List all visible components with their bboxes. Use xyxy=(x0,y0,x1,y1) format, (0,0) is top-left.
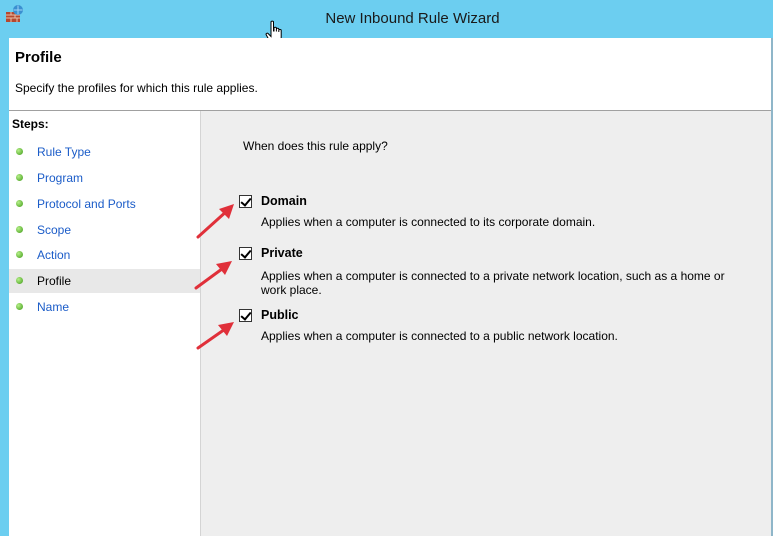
public-label[interactable]: Public xyxy=(261,308,299,322)
step-label: Profile xyxy=(37,274,72,288)
step-bullet-icon xyxy=(16,251,23,258)
step-action[interactable]: Action xyxy=(9,243,200,267)
private-description: Applies when a computer is connected to … xyxy=(261,269,725,297)
step-protocol-and-ports[interactable]: Protocol and Ports xyxy=(9,192,200,216)
checkmark-icon xyxy=(240,247,252,259)
step-bullet-icon xyxy=(16,174,23,181)
wizard-content: When does this rule apply? Domain Applie… xyxy=(201,111,771,536)
step-bullet-icon xyxy=(16,277,23,284)
step-label: Protocol and Ports xyxy=(37,197,136,211)
checkmark-icon xyxy=(240,309,252,321)
question-text: When does this rule apply? xyxy=(243,139,388,153)
step-bullet-icon xyxy=(16,148,23,155)
checkmark-icon xyxy=(240,195,252,207)
step-program[interactable]: Program xyxy=(9,166,200,190)
step-profile[interactable]: Profile xyxy=(9,269,200,293)
step-bullet-icon xyxy=(16,303,23,310)
step-label: Rule Type xyxy=(37,145,91,159)
step-label: Program xyxy=(37,171,84,185)
annotation-arrow-icon xyxy=(196,204,234,239)
window-title: New Inbound Rule Wizard xyxy=(325,10,500,27)
step-bullet-icon xyxy=(16,200,23,207)
step-rule-type[interactable]: Rule Type xyxy=(9,140,200,164)
page-subtitle: Specify the profiles for which this rule… xyxy=(15,81,258,95)
step-bullet-icon xyxy=(16,226,23,233)
wizard-header: Profile Specify the profiles for which t… xyxy=(9,38,771,111)
window-left-border xyxy=(0,38,9,536)
step-label: Action xyxy=(37,248,71,262)
steps-pane: Steps: Rule Type Program Protocol and Po… xyxy=(9,111,201,536)
private-checkbox[interactable] xyxy=(239,247,252,260)
private-label[interactable]: Private xyxy=(261,246,303,260)
annotation-arrow-icon xyxy=(194,261,232,290)
page-title: Profile xyxy=(15,49,62,66)
domain-checkbox[interactable] xyxy=(239,195,252,208)
step-label: Name xyxy=(37,300,70,314)
steps-title: Steps: xyxy=(12,117,49,131)
domain-label[interactable]: Domain xyxy=(261,194,307,208)
title-bar[interactable]: New Inbound Rule Wizard xyxy=(0,0,773,45)
step-name[interactable]: Name xyxy=(9,295,200,319)
annotation-arrow-icon xyxy=(196,322,234,350)
step-label: Scope xyxy=(37,223,72,237)
public-description: Applies when a computer is connected to … xyxy=(261,329,618,343)
public-checkbox[interactable] xyxy=(239,309,252,322)
step-scope[interactable]: Scope xyxy=(9,218,200,242)
domain-description: Applies when a computer is connected to … xyxy=(261,215,596,229)
